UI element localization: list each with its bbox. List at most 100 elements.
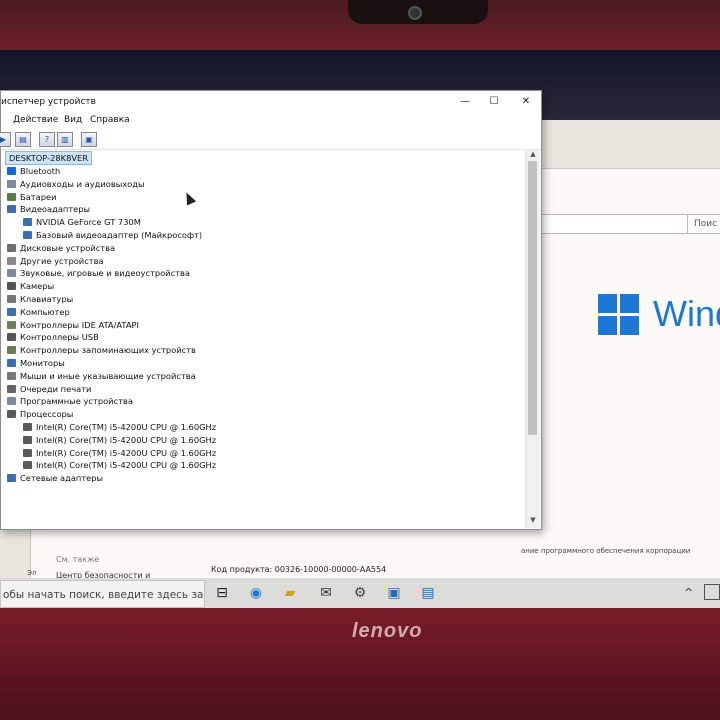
tree-node-label: Intel(R) Core(TM) i5-4200U CPU @ 1.60GHz [36, 447, 217, 458]
tree-node-label: Звуковые, игровые и видеоустройства [20, 268, 190, 279]
scroll-thumb[interactable] [528, 161, 537, 435]
properties-icon[interactable]: ▤ [15, 132, 31, 147]
software-device-icon [7, 397, 16, 406]
processor-icon [23, 461, 32, 470]
tree-node[interactable]: Камеры [7, 280, 54, 293]
taskbar-search[interactable]: обы начать поиск, введите здесь запрос [0, 580, 205, 608]
disk-icon [7, 243, 16, 252]
window-title: испетчер устройств [1, 97, 96, 107]
tree-node[interactable]: Процессоры [7, 408, 73, 421]
edge-icon[interactable]: ◉ [247, 584, 265, 602]
screen: ↻ Поис Wind ание программного обеспечени… [0, 50, 720, 610]
processor-icon [23, 448, 32, 457]
menu-help[interactable]: Справка [90, 115, 130, 125]
windows-logo-text: Wind [653, 293, 720, 334]
license-line: ание программного обеспечения корпорации [521, 547, 691, 555]
tree-node[interactable]: Bluetooth [7, 165, 60, 178]
tree-node-label: Контроллеры IDE ATA/ATAPI [20, 319, 139, 330]
settings-gear-icon[interactable]: ⚙ [351, 584, 369, 602]
tray-icon[interactable] [704, 584, 720, 600]
tree-node-label: Видеоадаптеры [20, 204, 91, 215]
tree-node-label: Сетевые адаптеры [20, 473, 104, 484]
tree-node-label: Батареи [20, 191, 57, 202]
mouse-icon [7, 371, 16, 380]
device-manager-window: испетчер устройств — ☐ ✕ Действие Вид Сп… [0, 90, 542, 530]
menu-action[interactable]: Действие [13, 115, 58, 125]
tree-node[interactable]: Сетевые адаптеры [7, 472, 103, 485]
camera-lens [408, 6, 422, 20]
tree-node-label: Intel(R) Core(TM) i5-4200U CPU @ 1.60GHz [36, 434, 217, 445]
view-icon[interactable]: ▥ [57, 132, 73, 147]
tree-node[interactable]: Дисковые устройства [7, 242, 115, 255]
tree-node[interactable]: Контроллеры IDE ATA/ATAPI [7, 319, 139, 332]
monitor-icon [7, 359, 16, 367]
mail-icon[interactable]: ✉ [317, 584, 335, 602]
tree-node-label: Intel(R) Core(TM) i5-4200U CPU @ 1.60GHz [36, 422, 217, 432]
processor-icon [23, 435, 32, 444]
help-icon[interactable]: ? [39, 132, 55, 147]
display-adapter-icon [23, 231, 32, 239]
tree-node-label: Контроллеры USB [20, 332, 99, 343]
tree-node-label: Очереди печати [20, 383, 92, 394]
close-button[interactable]: ✕ [511, 91, 541, 113]
scroll-up-icon[interactable]: ▲ [526, 150, 540, 160]
bluetooth-icon [7, 167, 16, 175]
tree-node[interactable]: Компьютер [7, 306, 70, 319]
tree-node[interactable]: Аудиовходы и аудиовыходы [7, 178, 145, 191]
processor-icon [7, 410, 16, 419]
tree-node[interactable]: Мыши и иные указывающие устройства [7, 370, 196, 383]
tree-node[interactable]: Звуковые, игровые и видеоустройства [7, 267, 190, 280]
tree-node-label: NVIDIA GeForce GT 730M [36, 217, 141, 228]
tree-node[interactable]: Контроллеры USB [7, 331, 99, 344]
tree-node-label: Аудиовходы и аудиовыходы [20, 178, 145, 189]
device-manager-app-icon[interactable]: ▤ [419, 584, 437, 602]
search-field[interactable]: Поис [687, 214, 720, 234]
webcam [348, 0, 488, 24]
tree-node[interactable]: Очереди печати [7, 383, 91, 396]
keyboard-icon [7, 295, 16, 303]
product-id: Код продукта: 00326-10000-00000-AA554 [211, 565, 387, 574]
laptop-top-bezel [0, 0, 720, 50]
system-app-icon[interactable]: ▣ [385, 584, 403, 602]
menu-bar: Действие Вид Справка [1, 113, 541, 129]
windows-logo-icon [598, 294, 640, 336]
tree-root[interactable]: DESKTOP-28K8VER [5, 151, 93, 165]
minimize-button[interactable]: — [450, 91, 480, 113]
tree-node-label: Программные устройства [20, 396, 133, 407]
tree-node[interactable]: Intel(R) Core(TM) i5-4200U CPU @ 1.60GHz [23, 447, 216, 460]
tree-node[interactable]: Intel(R) Core(TM) i5-4200U CPU @ 1.60GHz [23, 434, 216, 447]
see-also-heading: См. также [56, 555, 100, 564]
tree-node-label: Intel(R) Core(TM) i5-4200U CPU @ 1.60GHz [36, 460, 217, 471]
toolbar: ▶ ▤ ? ▥ ▣ [0, 129, 541, 150]
tree-node-label: Другие устройства [20, 255, 104, 266]
tree-node[interactable]: Контроллеры запоминающих устройств [7, 344, 196, 357]
maximize-button[interactable]: ☐ [479, 91, 509, 113]
task-view-icon[interactable]: ⊟ [213, 584, 231, 602]
tree-node-label: Мониторы [20, 358, 65, 368]
scan-hardware-icon[interactable]: ▣ [81, 132, 97, 147]
vertical-scrollbar[interactable]: ▲ ▼ [525, 150, 540, 528]
address-field[interactable] [541, 214, 688, 234]
controller-icon [7, 320, 16, 329]
battery-icon [7, 192, 16, 201]
forward-icon[interactable]: ▶ [0, 132, 11, 147]
storage-icon [7, 346, 16, 355]
tree-node[interactable]: Базовый видеоадаптер (Майкрософт) [23, 229, 202, 242]
tree-node[interactable]: NVIDIA GeForce GT 730M [23, 216, 141, 229]
folder-icon[interactable]: ▰ [281, 584, 299, 602]
tray-chevron-icon[interactable]: ^ [684, 586, 693, 599]
tree-node-label: Базовый видеоадаптер (Майкрософт) [36, 230, 203, 240]
device-tree[interactable]: DESKTOP-28K8VER Bluetooth Аудиовходы и ау… [1, 150, 524, 528]
tree-node[interactable]: Intel(R) Core(TM) i5-4200U CPU @ 1.60GHz [23, 421, 216, 434]
scroll-down-icon[interactable]: ▼ [526, 516, 540, 526]
tree-node[interactable]: Видеоадаптеры [7, 203, 90, 216]
tree-node[interactable]: Мониторы [7, 357, 65, 370]
tree-node[interactable]: Клавиатуры [7, 293, 73, 306]
tree-node-label: Мыши и иные указывающие устройства [20, 370, 196, 381]
tree-node-label: Камеры [20, 281, 55, 292]
menu-view[interactable]: Вид [64, 115, 82, 125]
tree-node[interactable]: Intel(R) Core(TM) i5-4200U CPU @ 1.60GHz [23, 459, 216, 472]
tree-node[interactable]: Программные устройства [7, 395, 133, 408]
tree-node[interactable]: Батареи [7, 191, 56, 204]
tree-node[interactable]: Другие устройства [7, 255, 104, 268]
